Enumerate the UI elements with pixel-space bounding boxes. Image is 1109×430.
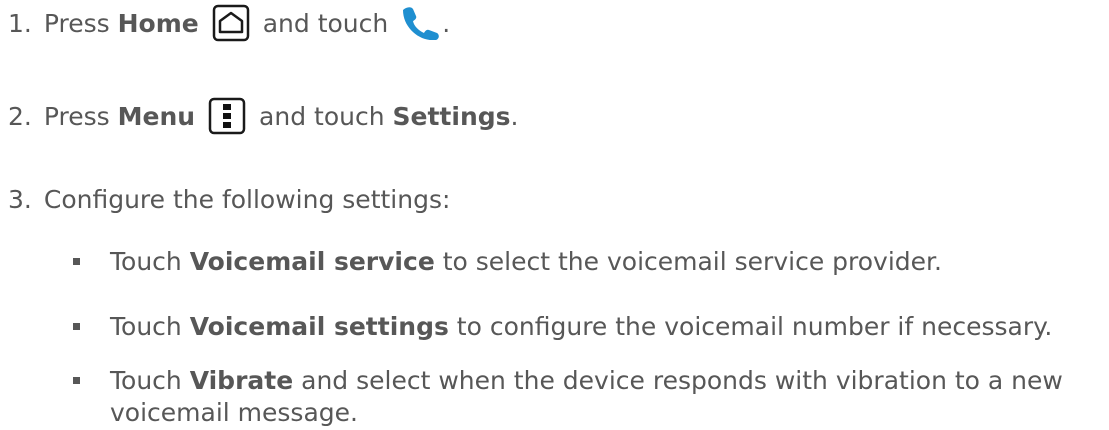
step-3: 3. Configure the following settings:	[8, 179, 450, 219]
bullet-marker	[73, 323, 80, 330]
step-number: 2.	[8, 101, 32, 131]
step-number: 1.	[8, 8, 32, 38]
settings-label: Settings	[392, 101, 511, 131]
bullet-marker	[73, 377, 80, 384]
list-item: Touch Voicemail settings to configure th…	[73, 311, 1093, 343]
menu-key-icon	[208, 97, 246, 135]
step-text: .	[442, 8, 451, 38]
step-text: Press	[43, 8, 118, 38]
step-text: .	[510, 101, 519, 131]
voicemail-settings-label: Voicemail settings	[189, 312, 449, 341]
list-item-text: Touch Vibrate and select when the device…	[110, 366, 1063, 427]
list-item: Touch Voicemail service to select the vo…	[73, 246, 1093, 278]
list-item-text: Touch Voicemail settings to configure th…	[110, 312, 1053, 341]
phone-icon	[400, 6, 442, 40]
voicemail-service-label: Voicemail service	[189, 247, 435, 276]
list-item-text: Touch Voicemail service to select the vo…	[110, 247, 942, 276]
step-number: 3.	[8, 184, 32, 214]
home-key-icon	[212, 4, 250, 42]
home-key-label: Home	[117, 8, 199, 38]
list-item: Touch Vibrate and select when the device…	[73, 365, 1093, 429]
step-text: and touch	[259, 101, 393, 131]
step-1: 1. Press Home and touch .	[8, 3, 450, 43]
step-2: 2. Press Menu and touch Settings .	[8, 96, 518, 136]
menu-key-label: Menu	[117, 101, 196, 131]
vibrate-label: Vibrate	[189, 366, 294, 395]
bullet-marker	[73, 258, 80, 265]
step-text: Configure the following settings:	[43, 184, 451, 214]
step-text: and touch	[262, 8, 389, 38]
step-text: Press	[43, 101, 118, 131]
